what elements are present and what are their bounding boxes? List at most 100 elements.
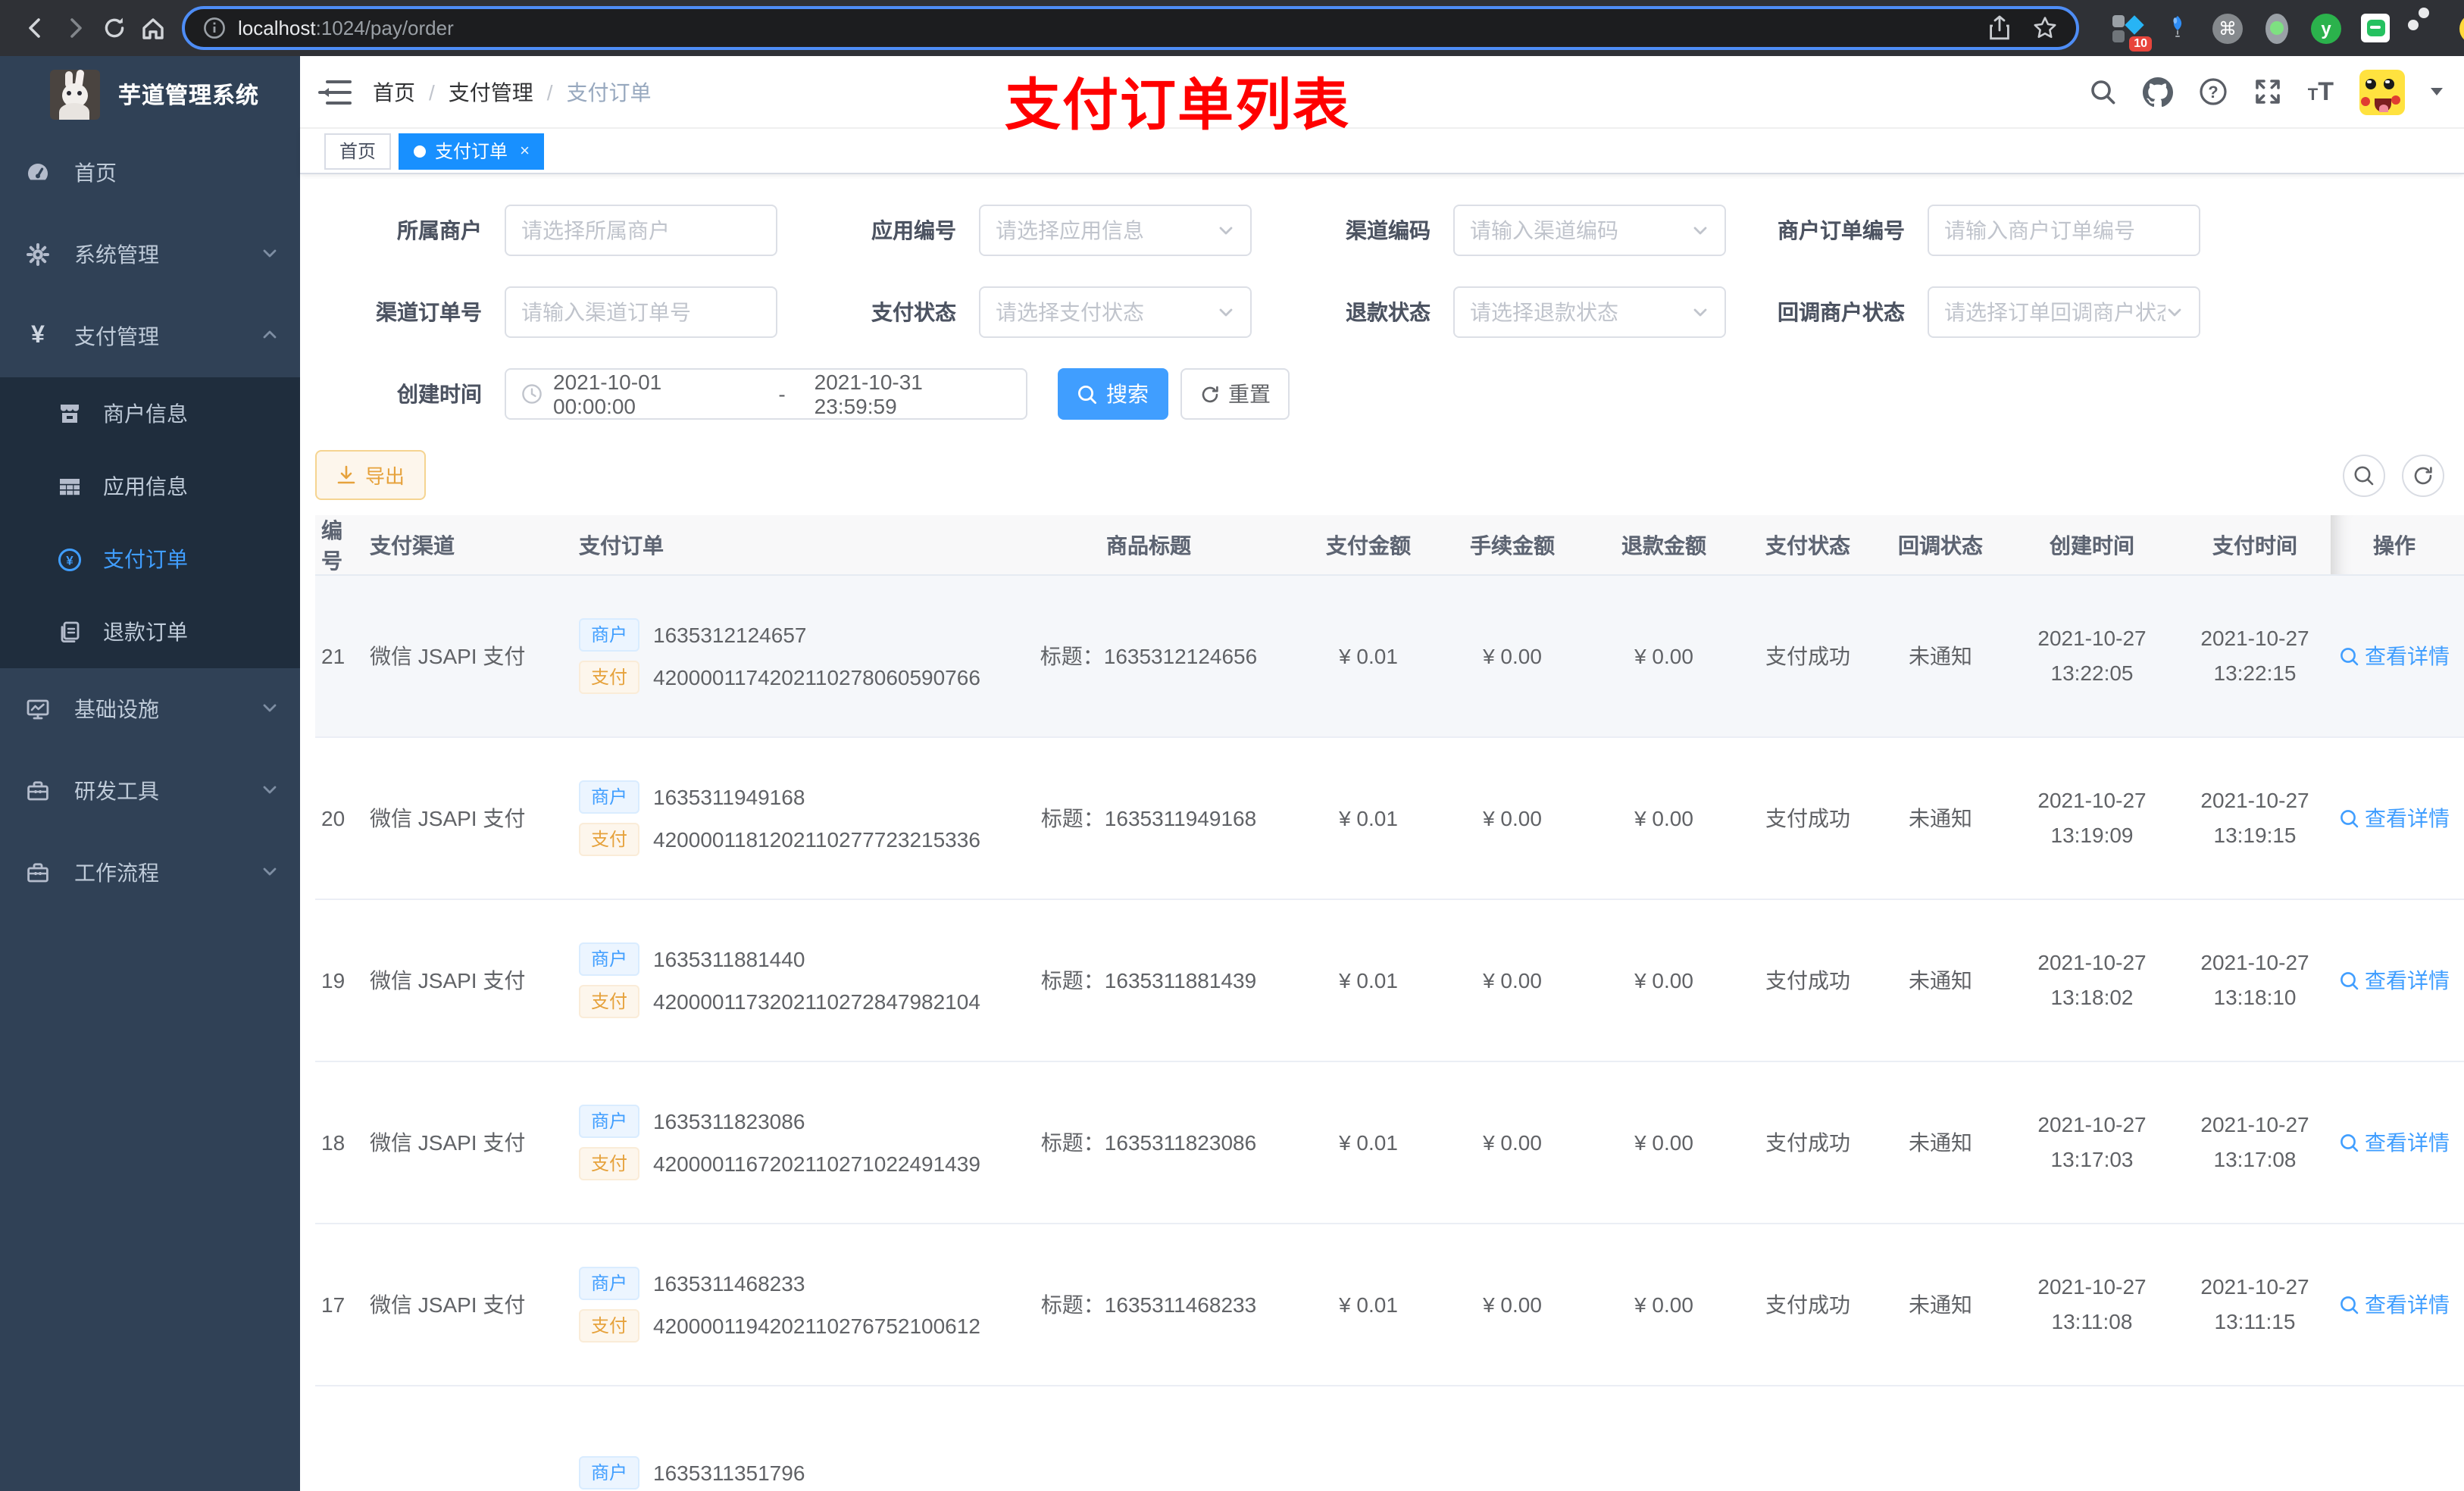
field-merchant-order-no: 商户订单编号 (1738, 205, 2212, 256)
emoji-extension-icon[interactable] (2459, 13, 2464, 43)
field-channel-order-no: 渠道订单号 (315, 286, 790, 338)
order-id-cell: 18 (321, 1130, 346, 1155)
yen-icon: ¥ (31, 323, 45, 349)
forward-icon (70, 18, 81, 38)
avatar[interactable] (2359, 69, 2405, 114)
share-icon[interactable] (1988, 15, 2011, 41)
oval-extension-icon[interactable] (2265, 13, 2288, 43)
sidebar-item-merchant-info[interactable]: 商户信息 (0, 377, 300, 450)
app-logo[interactable]: 芋道管理系统 (0, 56, 300, 132)
sidebar-item-infra[interactable]: 基础设施 (0, 668, 300, 750)
browser-toolbar: localhost:1024/pay/order 10 ⌘ y 更新 (0, 0, 2464, 56)
help-icon[interactable]: ? (2199, 77, 2228, 106)
sidebar-item-workflow[interactable]: 工作流程 (0, 832, 300, 914)
channel-code-select[interactable]: 请输入渠道编码 (1453, 205, 1726, 256)
sidebar-item-pay-order[interactable]: ¥ 支付订单 (0, 523, 300, 595)
command-icon: ⌘ (2219, 17, 2237, 39)
sketch-extension-icon[interactable]: 10 (2112, 13, 2152, 51)
sidebar-item-refund-order[interactable]: 退款订单 (0, 595, 300, 668)
refund-status-select[interactable]: 请选择退款状态 (1453, 286, 1726, 338)
search-icon[interactable] (2090, 78, 2117, 105)
puzzle-extension-icon[interactable] (2409, 13, 2440, 43)
app-id-select[interactable]: 请选择应用信息 (979, 205, 1252, 256)
gear-icon (26, 242, 50, 267)
back-button[interactable] (15, 8, 55, 48)
star-icon[interactable] (2032, 15, 2058, 41)
balloon-extension-icon[interactable] (2162, 13, 2193, 43)
pay-time-cell: 2021-10-27 13:17:08 (2200, 1112, 2309, 1171)
home-icon (142, 17, 164, 39)
pay-status-cell: 支付成功 (1765, 968, 1850, 992)
toggle-search-button[interactable] (2343, 454, 2385, 496)
view-detail-link[interactable]: 查看详情 (2339, 641, 2450, 671)
active-dot (414, 145, 427, 157)
command-extension-icon[interactable]: ⌘ (2212, 13, 2243, 43)
breadcrumb-home[interactable]: 首页 (373, 77, 435, 107)
merchant-order-no: 1635311351796 (653, 1460, 805, 1484)
magnifier-icon (2340, 971, 2358, 989)
search-button[interactable]: 搜索 (1058, 368, 1168, 420)
font-size-icon[interactable]: TT (2308, 77, 2334, 107)
action-cell: 查看详情 (2331, 641, 2458, 671)
sidebar-item-system[interactable]: 系统管理 (0, 214, 300, 295)
refresh-table-button[interactable] (2402, 454, 2444, 496)
view-detail-link[interactable]: 查看详情 (2339, 965, 2450, 996)
close-icon[interactable]: × (520, 142, 530, 160)
create-time-cell: 2021-10-27 13:11:08 (2037, 1274, 2147, 1333)
export-button[interactable]: 导出 (315, 450, 427, 500)
pay-order-cell: 商户 1635311351796 (573, 1447, 997, 1491)
column-header: 编号 (321, 517, 342, 572)
channel-order-no-input[interactable] (505, 286, 777, 338)
sidebar-item-app-info[interactable]: 应用信息 (0, 450, 300, 523)
chevron-down-icon (1693, 308, 1707, 317)
notify-status-cell: 未通知 (1909, 1130, 1972, 1155)
pay-status-select[interactable]: 请选择支付状态 (979, 286, 1252, 338)
reload-button[interactable] (94, 8, 133, 48)
column-header: 支付金额 (1326, 533, 1411, 557)
notify-status-select[interactable]: 请选择订单回调商户状态 (1928, 286, 2200, 338)
date-range-picker[interactable]: 2021-10-01 00:00:00 - 2021-10-31 23:59:5… (505, 368, 1027, 420)
view-detail-link[interactable]: 查看详情 (2339, 1289, 2450, 1320)
sidebar-item-payment[interactable]: ¥ 支付管理 (0, 295, 300, 377)
fee-amount-cell: ¥ 0.00 (1483, 806, 1542, 830)
pay-status-cell: 支付成功 (1765, 644, 1850, 668)
notify-status-cell: 未通知 (1909, 806, 1972, 830)
action-cell: 查看详情 (2331, 803, 2458, 833)
merchant-tag: 商户 (579, 780, 640, 814)
y-extension-icon[interactable]: y (2311, 13, 2341, 43)
view-detail-link[interactable]: 查看详情 (2339, 803, 2450, 833)
pay-order-cell: 商户 1635312124657 支付 42000011742021102780605… (573, 611, 997, 702)
forward-button[interactable] (55, 8, 94, 48)
chat-extension-icon[interactable] (2361, 14, 2390, 42)
magnifier-icon (2340, 1296, 2358, 1314)
breadcrumb: 首页 支付管理 支付订单 (373, 77, 652, 107)
screen: localhost:1024/pay/order 10 ⌘ y 更新 (0, 0, 2464, 1491)
column-header: 创建时间 (2050, 533, 2134, 557)
pay-order-cell: 商户 1635311881440 支付 42000011732021102728479… (573, 935, 997, 1027)
url-bar[interactable]: localhost:1024/pay/order (182, 6, 2079, 50)
sidebar-toggle-button[interactable] (318, 78, 352, 105)
home-button[interactable] (133, 8, 173, 48)
red-annotation-title: 支付订单列表 (1005, 74, 1350, 136)
order-id-cell: 20 (321, 806, 346, 830)
merchant-tag: 商户 (579, 942, 640, 977)
tab-home[interactable]: 首页 (324, 133, 392, 169)
merchant-order-no-input[interactable] (1928, 205, 2200, 256)
chevron-down-icon (2168, 308, 2181, 317)
sidebar-item-home[interactable]: 首页 (0, 132, 300, 214)
product-title-cell: 标题：1635311949168 (1040, 806, 1257, 830)
chevron-down-icon (261, 697, 279, 721)
sidebar-item-dev-tools[interactable]: 研发工具 (0, 750, 300, 832)
monitor-icon (26, 697, 50, 721)
fullscreen-icon[interactable] (2253, 77, 2282, 106)
merchant-input[interactable] (505, 205, 777, 256)
github-icon[interactable] (2142, 77, 2173, 107)
table-row: 20 微信 JSAPI 支付 商户 1635311949168 支付 4200001181… (315, 738, 2464, 900)
orders-table: 编号 支付渠道 支付订单 商品标题 支付金额 手续金额 退款金额 支付状态 回调状态 创建时间 支付… (315, 515, 2464, 1491)
tab-pay-order[interactable]: 支付订单 × (399, 133, 545, 169)
reset-button[interactable]: 重置 (1180, 368, 1290, 420)
notify-status-cell: 未通知 (1909, 1293, 1972, 1317)
view-detail-link[interactable]: 查看详情 (2339, 1127, 2450, 1158)
breadcrumb-payment[interactable]: 支付管理 (449, 77, 553, 107)
avatar-dropdown-caret[interactable] (2431, 88, 2443, 102)
